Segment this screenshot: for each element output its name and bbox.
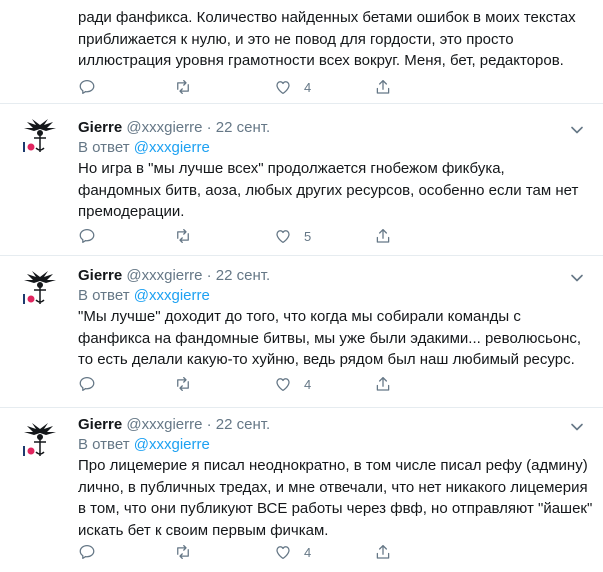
avatar[interactable] [20, 116, 60, 156]
tweet-date[interactable]: 22 сент. [216, 416, 270, 433]
tweet-text-line: фандомных битв, аоза, любых других ресур… [78, 181, 579, 199]
tweet[interactable]: Gierre @xxxgierre · 22 сент. В ответ @xx… [0, 408, 603, 572]
tweet-text-line: иллюстрация уровня грамотности всех вокр… [78, 52, 564, 69]
tweet-text-line: искать бет к своим первым фичкам. [78, 521, 329, 539]
reply-button[interactable] [78, 374, 96, 394]
separator-dot: · [206, 416, 212, 433]
tweet-text-line: премодерации. [78, 203, 185, 220]
heart-icon [276, 81, 290, 95]
share-icon [376, 544, 390, 559]
reply-context: В ответ @xxxgierre [78, 435, 210, 455]
share-button[interactable] [374, 77, 392, 97]
share-button[interactable] [374, 374, 392, 394]
heart-icon [276, 230, 290, 244]
retweet-icon [177, 228, 189, 244]
like-count: 4 [304, 376, 312, 392]
tweet-text: ради фанфикса. Количество найденных бета… [78, 7, 588, 72]
retweet-button[interactable] [174, 226, 192, 246]
tweet-text: "Мы лучше" доходит до того, что когда мы… [78, 306, 588, 371]
retweet-icon [177, 79, 189, 95]
reply-context: В ответ @xxxgierre [78, 286, 210, 306]
author-name[interactable]: Gierre [78, 416, 122, 433]
avatar[interactable] [20, 268, 60, 308]
like-button[interactable]: 5 [274, 226, 311, 246]
author-handle[interactable]: @xxxgierre [126, 119, 202, 136]
tweet-text-line: приближается к нулю, и это не повод для … [78, 30, 514, 48]
tweet-text-line: фанфикса на фандомные битвы, мы уже были… [78, 329, 582, 347]
retweet-icon [177, 544, 189, 560]
tweet-text: Но игра в "мы лучше всех" продолжается г… [78, 158, 588, 223]
tweet-text-line: в том, что они публикуют ВСЕ работы чере… [78, 500, 593, 517]
avatar[interactable] [20, 420, 60, 460]
chevron-down-icon[interactable] [570, 123, 584, 137]
share-icon [376, 79, 390, 94]
reply-button[interactable] [78, 226, 96, 246]
author-handle[interactable]: @xxxgierre [126, 416, 202, 433]
heart-icon [276, 378, 290, 392]
reply-button[interactable] [78, 542, 96, 562]
tweet[interactable]: Gierre @xxxgierre · 22 сент. В ответ @xx… [0, 104, 603, 256]
retweet-icon [177, 376, 189, 392]
tweet-text-line: "Мы лучше" доходит до того, что когда мы… [78, 308, 521, 325]
like-button[interactable]: 4 [274, 542, 311, 562]
reply-to-handle[interactable]: @xxxgierre [134, 287, 210, 304]
share-button[interactable] [374, 542, 392, 562]
reply-icon [79, 79, 95, 95]
tweet-text-line: то есть делали какую-то хуйню, ведь рядо… [78, 351, 575, 368]
tweet-partial[interactable]: ради фанфикса. Количество найденных бета… [0, 0, 603, 104]
reply-icon [79, 376, 95, 392]
tweet-text: Про лицемерие я писал неоднократно, в то… [78, 455, 593, 541]
separator-dot: · [206, 267, 212, 284]
reply-icon [79, 544, 95, 560]
reply-prefix: В ответ [78, 287, 130, 304]
reply-context: В ответ @xxxgierre [78, 138, 210, 158]
like-count: 4 [304, 79, 312, 95]
tweet-text-line: лично, в публичных тредах, и мне отвечал… [78, 478, 588, 496]
author-handle[interactable]: @xxxgierre [126, 267, 202, 284]
tweet-date[interactable]: 22 сент. [216, 119, 270, 136]
share-button[interactable] [374, 226, 392, 246]
reply-to-handle[interactable]: @xxxgierre [134, 139, 210, 156]
like-count: 4 [304, 544, 312, 560]
tweet[interactable]: Gierre @xxxgierre · 22 сент. В ответ @xx… [0, 256, 603, 408]
like-button[interactable]: 4 [274, 77, 311, 97]
chevron-down-icon[interactable] [570, 271, 584, 285]
retweet-button[interactable] [174, 77, 192, 97]
chevron-down-icon[interactable] [570, 420, 584, 434]
retweet-button[interactable] [174, 374, 192, 394]
reply-button[interactable] [78, 77, 96, 97]
tweet-feed: ради фанфикса. Количество найденных бета… [0, 0, 603, 572]
author-name[interactable]: Gierre [78, 267, 122, 284]
tweet-header: Gierre @xxxgierre · 22 сент. [78, 266, 270, 286]
tweet-header: Gierre @xxxgierre · 22 сент. [78, 118, 270, 138]
separator-dot: · [206, 119, 212, 136]
like-button[interactable]: 4 [274, 374, 311, 394]
share-icon [376, 376, 390, 391]
reply-prefix: В ответ [78, 139, 130, 156]
reply-to-handle[interactable]: @xxxgierre [134, 436, 210, 453]
author-name[interactable]: Gierre [78, 119, 122, 136]
heart-icon [276, 546, 290, 560]
tweet-text-line: ради фанфикса. Количество найденных бета… [78, 9, 576, 26]
retweet-button[interactable] [174, 542, 192, 562]
reply-prefix: В ответ [78, 436, 130, 453]
like-count: 5 [304, 228, 312, 244]
share-icon [376, 228, 390, 243]
tweet-text-line: Про лицемерие я писал неоднократно, в то… [78, 457, 588, 474]
reply-icon [79, 228, 95, 244]
tweet-header: Gierre @xxxgierre · 22 сент. [78, 415, 270, 435]
tweet-date[interactable]: 22 сент. [216, 267, 270, 284]
tweet-text-line: Но игра в "мы лучше всех" продолжается г… [78, 160, 505, 177]
